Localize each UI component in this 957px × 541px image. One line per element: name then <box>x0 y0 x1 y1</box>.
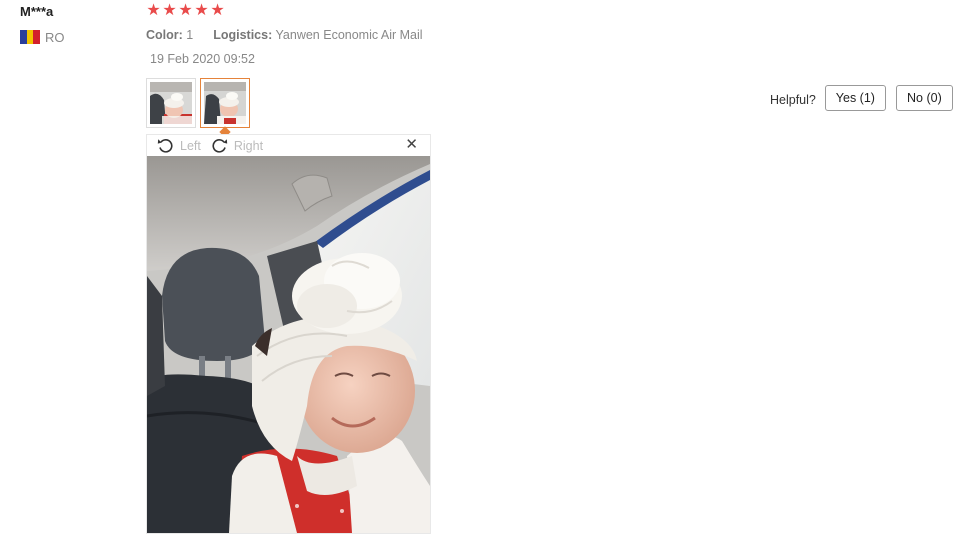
country-code: RO <box>45 29 65 45</box>
helpful-no-button[interactable]: No (0) <box>895 85 953 111</box>
logistics-value: Yanwen Economic Air Mail <box>275 28 423 42</box>
romania-flag-icon <box>20 30 41 44</box>
rotate-left-button[interactable]: Left <box>157 138 201 153</box>
star-icon: ★ <box>210 2 225 19</box>
review-date: 19 Feb 2020 09:52 <box>150 52 255 66</box>
star-rating: ★ ★ ★ ★ ★ <box>146 0 423 22</box>
review-photo-large <box>147 156 430 533</box>
photo-thumbnails <box>146 78 254 138</box>
helpful-vote: Helpful? Yes (1) No (0) <box>770 85 953 111</box>
rotate-right-button[interactable]: Right <box>211 138 263 153</box>
helpful-yes-button[interactable]: Yes (1) <box>824 85 886 111</box>
star-icon: ★ <box>178 2 193 19</box>
rotate-left-label: Left <box>180 138 201 153</box>
photo-thumbnail-active[interactable] <box>200 78 250 138</box>
thumbnail-image <box>204 82 246 124</box>
color-label: Color: <box>146 28 183 42</box>
rotate-left-icon <box>157 139 173 153</box>
review-meta: Color: 1 Logistics: Yanwen Economic Air … <box>146 26 423 44</box>
close-icon[interactable]: ✕ <box>405 137 418 153</box>
reviewer-info: M***a RO <box>20 3 130 45</box>
color-value: 1 <box>186 28 194 42</box>
star-icon: ★ <box>194 2 209 19</box>
viewer-toolbar: Left Right ✕ <box>147 135 430 156</box>
star-icon: ★ <box>146 2 161 19</box>
logistics-label: Logistics: <box>213 28 273 42</box>
thumbnail-image <box>150 82 192 124</box>
star-icon: ★ <box>162 2 177 19</box>
reviewer-country: RO <box>20 29 130 45</box>
rotate-right-icon <box>212 139 228 153</box>
rotate-right-label: Right <box>233 138 264 153</box>
helpful-label: Helpful? <box>770 92 816 107</box>
review-content: ★ ★ ★ ★ ★ Color: 1 Logistics: Yanwen Eco… <box>146 0 423 67</box>
photo-thumbnail[interactable] <box>146 78 196 128</box>
photo-viewer: Left Right ✕ <box>146 134 431 534</box>
reviewer-name: M***a <box>20 4 54 19</box>
